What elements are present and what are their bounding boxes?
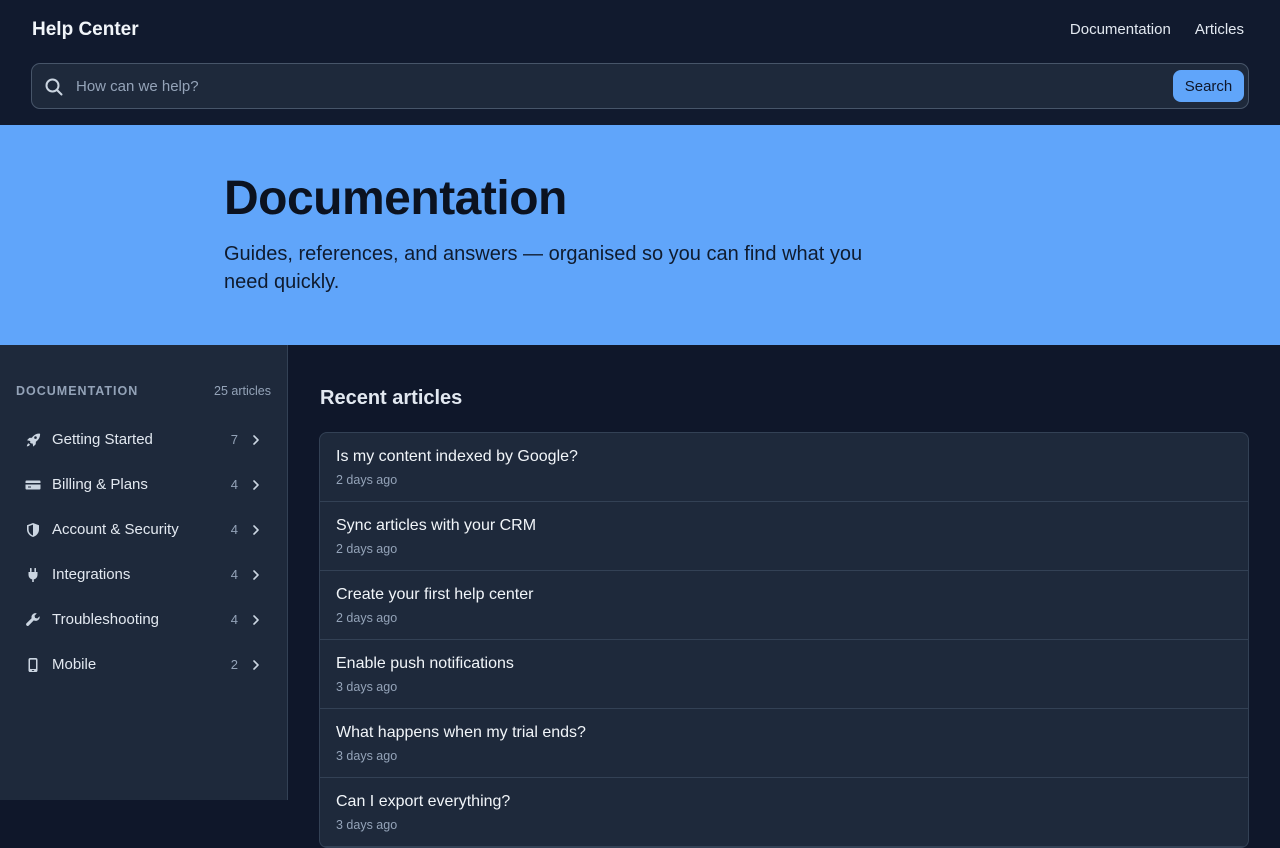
list-item[interactable]: What happens when my trial ends? 3 days … <box>320 709 1248 778</box>
sidebar-item-label: Billing & Plans <box>52 476 148 493</box>
sidebar-item-billing-plans[interactable]: Billing & Plans 4 <box>16 462 272 507</box>
sidebar-item-count: 4 <box>230 477 238 492</box>
chevron-right-icon <box>253 569 259 580</box>
article-title: Can I export everything? <box>336 793 511 810</box>
credit-card-icon <box>24 476 42 494</box>
article-timestamp: 2 days ago <box>336 542 398 556</box>
sidebar-item-label: Integrations <box>52 566 131 583</box>
search-button[interactable]: Search <box>1173 70 1244 102</box>
sidebar-article-count: 25 articles <box>214 384 271 398</box>
shield-icon <box>24 521 42 539</box>
header: Help Center Documentation Articles Searc… <box>0 0 1280 125</box>
search-input[interactable] <box>76 64 1156 108</box>
article-timestamp: 2 days ago <box>336 611 398 625</box>
hero-banner: Documentation Guides, references, and an… <box>0 125 1280 345</box>
sidebar-item-integrations[interactable]: Integrations 4 <box>16 552 272 597</box>
main-content: Recent articles Is my content indexed by… <box>288 345 1280 848</box>
list-item[interactable]: Enable push notifications 3 days ago <box>320 640 1248 709</box>
sidebar-item-count: 4 <box>230 567 238 582</box>
category-list: Getting Started 7 Billing & Plans 4 Acco… <box>16 417 272 687</box>
sidebar-item-count: 4 <box>230 612 238 627</box>
sidebar-item-troubleshooting[interactable]: Troubleshooting 4 <box>16 597 272 642</box>
chevron-right-icon <box>253 524 259 535</box>
list-item[interactable]: Sync articles with your CRM 2 days ago <box>320 502 1248 571</box>
article-timestamp: 3 days ago <box>336 749 398 763</box>
sidebar-item-account-security[interactable]: Account & Security 4 <box>16 507 272 552</box>
sidebar-item-count: 2 <box>230 657 238 672</box>
sidebar: DOCUMENTATION 25 articles Getting Starte… <box>0 345 288 800</box>
article-title: Is my content indexed by Google? <box>336 448 578 465</box>
plug-icon <box>24 566 42 584</box>
sidebar-item-label: Troubleshooting <box>52 611 160 628</box>
page-title: Documentation <box>224 172 567 225</box>
list-item[interactable]: Can I export everything? 3 days ago <box>320 778 1248 847</box>
sidebar-item-label: Mobile <box>52 656 97 673</box>
article-title: Create your first help center <box>336 586 534 603</box>
article-timestamp: 3 days ago <box>336 818 398 832</box>
wrench-icon <box>24 611 42 629</box>
article-list: Is my content indexed by Google? 2 days … <box>319 432 1249 848</box>
article-timestamp: 3 days ago <box>336 680 398 694</box>
sidebar-item-label: Account & Security <box>52 521 179 538</box>
article-title: What happens when my trial ends? <box>336 724 586 741</box>
page-subtitle: Guides, references, and answers — organi… <box>224 243 863 293</box>
article-title: Sync articles with your CRM <box>336 517 537 534</box>
section-title: Recent articles <box>320 387 463 409</box>
sidebar-item-count: 4 <box>230 522 238 537</box>
search-bar: Search <box>31 63 1249 109</box>
rocket-icon <box>24 431 42 449</box>
list-item[interactable]: Create your first help center 2 days ago <box>320 571 1248 640</box>
sidebar-item-mobile[interactable]: Mobile 2 <box>16 642 272 687</box>
chevron-right-icon <box>253 614 259 625</box>
sidebar-item-label: Getting Started <box>52 431 153 448</box>
list-item[interactable]: Is my content indexed by Google? 2 days … <box>320 433 1248 502</box>
article-title: Enable push notifications <box>336 655 514 672</box>
mobile-icon <box>24 656 42 674</box>
sidebar-item-getting-started[interactable]: Getting Started 7 <box>16 417 272 462</box>
nav-link-articles[interactable]: Articles <box>1195 20 1244 40</box>
chevron-right-icon <box>253 479 259 490</box>
nav-link-documentation[interactable]: Documentation <box>1070 20 1171 40</box>
sidebar-header: DOCUMENTATION 25 articles <box>16 384 271 398</box>
sidebar-item-count: 7 <box>230 432 238 447</box>
top-nav: Documentation Articles <box>1070 20 1244 40</box>
sidebar-title: DOCUMENTATION <box>16 384 139 398</box>
brand-logo[interactable]: Help Center <box>32 18 139 42</box>
article-timestamp: 2 days ago <box>336 473 398 487</box>
chevron-right-icon <box>253 434 259 445</box>
chevron-right-icon <box>253 659 259 670</box>
search-icon <box>45 78 63 96</box>
